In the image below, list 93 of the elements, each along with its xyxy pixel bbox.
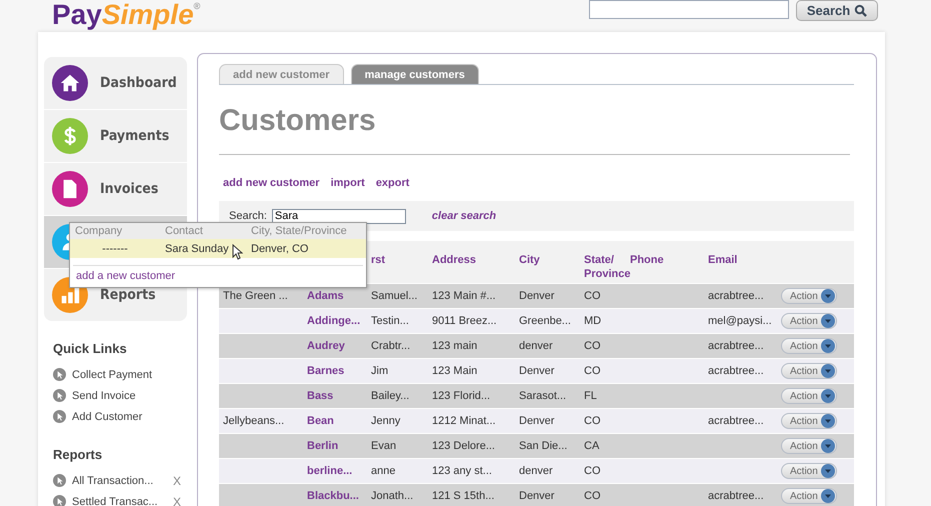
table-cell-text: CO xyxy=(583,415,602,427)
table-cell-text: CO xyxy=(583,340,602,352)
tab[interactable]: manage customers xyxy=(350,64,479,84)
customer-link[interactable]: Barnes xyxy=(303,365,367,377)
table-cell-text: Denver xyxy=(518,490,556,502)
report-link[interactable]: Settled Transac... xyxy=(72,496,167,506)
table-cell-text: CA xyxy=(583,440,600,452)
nav-item[interactable]: Dashboard xyxy=(44,57,187,110)
table-cell-text: MD xyxy=(583,315,602,327)
table-cell-text: Jellybeans... xyxy=(222,415,286,427)
table-cell-text: CO xyxy=(583,290,602,302)
column-header: Email xyxy=(707,253,738,267)
action-dropdown-button[interactable]: Action xyxy=(781,388,837,404)
clear-search-link[interactable]: clear search xyxy=(432,210,496,222)
table-cell-text: San Die... xyxy=(518,440,568,452)
table-cell-text: 123 main xyxy=(431,340,478,352)
table-cell-text: 123 any st... xyxy=(431,465,493,477)
section-title: Quick Links xyxy=(53,341,128,356)
suggestion-row[interactable]: ------- Sara Sunday Denver, CO xyxy=(70,239,366,258)
logo: PaySimple® xyxy=(52,0,200,30)
table-cell-text: acrabtree... xyxy=(707,290,765,302)
table-cell-text: Evan xyxy=(370,440,398,452)
table-cell-text: Jonath... xyxy=(370,490,414,502)
table-cell-text: acrabtree... xyxy=(707,415,765,427)
customer-link[interactable]: Berlin xyxy=(303,440,367,452)
table-cell-text: Denver xyxy=(518,365,556,377)
table-cell-text: Jim xyxy=(370,365,390,377)
customer-link[interactable]: Bass xyxy=(303,390,367,402)
section-title: Reports xyxy=(53,447,104,462)
table-cell-text: 123 Main xyxy=(431,365,478,377)
table-cell-text: Greenbe... xyxy=(518,315,572,327)
table-cell-text: Sarasot... xyxy=(518,390,568,402)
report-link[interactable]: All Transaction... xyxy=(72,474,167,487)
table-cell-text: 123 Main #... xyxy=(431,290,497,302)
action-dropdown-button[interactable]: Action xyxy=(781,488,837,504)
action-dropdown-button[interactable]: Action xyxy=(781,338,837,354)
table-cell-text: Samuel... xyxy=(370,290,418,302)
table-cell-text: Jenny xyxy=(370,415,402,427)
table-cell-text: denver xyxy=(518,465,554,477)
table-cell-text: acrabtree... xyxy=(707,365,765,377)
column-header: City, State/Province xyxy=(250,225,348,237)
quick-link[interactable]: Send Invoice xyxy=(72,390,187,402)
table-cell-text: anne xyxy=(370,465,396,477)
action-dropdown-button[interactable]: Action xyxy=(781,413,837,429)
column-header: rst xyxy=(370,253,386,267)
table-cell-text: mel@paysi... xyxy=(707,315,773,327)
table-cell-text: The Green ... xyxy=(222,290,289,302)
customer-link[interactable]: Audrey xyxy=(303,340,367,352)
remove-link[interactable]: X xyxy=(172,494,181,506)
action-dropdown-button[interactable]: Action xyxy=(781,313,837,329)
customer-link[interactable]: Adams xyxy=(303,290,367,302)
page-title: Customers xyxy=(219,104,850,155)
search-button[interactable]: Search xyxy=(796,0,878,21)
customer-link[interactable]: Addinge... xyxy=(303,315,367,327)
column-header: City xyxy=(518,253,541,267)
table-cell-text: acrabtree... xyxy=(707,490,765,502)
quick-link[interactable]: Add Customer xyxy=(72,410,187,423)
table-cell-text: Denver xyxy=(518,415,556,427)
action-link[interactable]: add new customer xyxy=(223,177,320,189)
action-link[interactable]: import xyxy=(330,177,365,189)
action-dropdown-button[interactable]: Action xyxy=(781,463,837,479)
customer-link[interactable]: berline... xyxy=(303,465,367,477)
quick-link[interactable]: Collect Payment xyxy=(72,368,187,381)
column-header: Contact xyxy=(164,225,204,237)
table-cell-text: CO xyxy=(583,365,602,377)
table-cell-text: 123 Delore... xyxy=(431,440,496,452)
search-input[interactable]: Sara xyxy=(272,208,406,224)
table-cell-text: denver xyxy=(518,340,554,352)
nav-item[interactable]: Payments xyxy=(44,110,187,163)
column-header: Company xyxy=(74,225,124,237)
column-header: Address xyxy=(431,253,478,267)
table-cell-text: Testin... xyxy=(370,315,410,327)
table-cell-text: Denver xyxy=(518,290,556,302)
remove-link[interactable]: X xyxy=(172,474,181,488)
table-cell-text: 123 Florid... xyxy=(431,390,492,402)
action-dropdown-button[interactable]: Action xyxy=(781,438,837,454)
customer-link[interactable]: Bean xyxy=(303,415,367,427)
table-cell-text: 121 S 15th... xyxy=(431,490,496,502)
customer-link[interactable]: Blackbu... xyxy=(303,490,367,502)
table-cell-text: 9011 Breez... xyxy=(431,315,498,327)
table-cell-text: FL xyxy=(583,390,598,402)
table-cell-text: Crabtr... xyxy=(370,340,412,352)
action-dropdown-button[interactable]: Action xyxy=(781,363,837,379)
column-header: Phone xyxy=(629,253,665,267)
action-dropdown-button[interactable]: Action xyxy=(781,288,837,304)
action-link[interactable]: export xyxy=(376,177,410,189)
table-cell-text: acrabtree... xyxy=(707,340,765,352)
table-cell-text: Bailey... xyxy=(370,390,410,402)
table-cell-text: CO xyxy=(583,465,602,477)
add-customer-link[interactable]: add a new customer xyxy=(73,265,363,287)
table-cell-text: CO xyxy=(583,490,602,502)
table-cell-text: 1212 Minat... xyxy=(431,415,497,427)
search-label: Search: xyxy=(229,210,267,222)
